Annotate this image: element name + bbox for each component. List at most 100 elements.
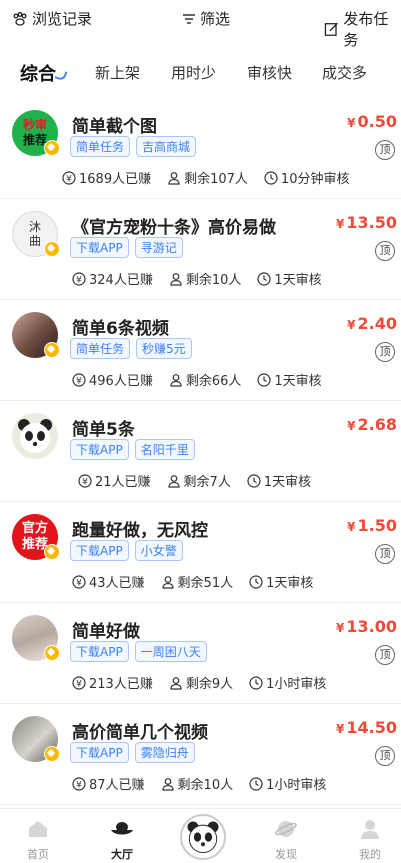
task-stats: ¥43人已赚 剩余51人 1天审核	[72, 572, 329, 591]
active-tab-indicator	[54, 68, 68, 82]
user-icon	[168, 171, 180, 185]
task-tag: 下载APP	[70, 641, 129, 662]
pin-top-button[interactable]: 顶	[375, 544, 395, 564]
verified-badge-icon	[44, 140, 60, 156]
yen-coin-icon: ¥	[72, 271, 86, 286]
panda-icon	[18, 419, 52, 453]
filter-button[interactable]: 筛选	[182, 8, 230, 29]
task-tags: 简单任务 吉高商城	[70, 136, 202, 157]
nav-mine[interactable]: 我的	[340, 819, 400, 862]
task-price: ¥13.50	[336, 213, 397, 232]
review-time: 10分钟审核	[280, 172, 350, 187]
nav-discover-label: 发现	[275, 848, 297, 861]
task-stats: ¥324人已赚 剩余10人 1天审核	[72, 269, 338, 288]
pin-top-button[interactable]: 顶	[375, 645, 395, 665]
task-tag: 雾隐归舟	[134, 742, 195, 763]
task-card[interactable]: 简单5条 下载APP 名阳千里 ¥2.68 ¥21人已赚 剩余7人 1天审核	[0, 401, 401, 502]
user-icon	[167, 474, 180, 488]
earned-count: 87人已赚	[89, 778, 145, 793]
clock-icon	[249, 574, 263, 589]
task-tag: 小女警	[134, 540, 183, 561]
user-icon	[170, 676, 182, 690]
task-price: ¥13.00	[336, 617, 397, 636]
clock-icon	[249, 776, 263, 791]
nav-home-label: 首页	[27, 848, 49, 861]
verified-badge-icon	[44, 544, 60, 560]
task-card[interactable]: 高价简单几个视频 下载APP 雾隐归舟 ¥14.50 顶 ¥87人已赚 剩余10…	[0, 704, 401, 805]
yen-coin-icon: ¥	[72, 776, 86, 791]
pin-top-button[interactable]: 顶	[375, 140, 395, 160]
filter-icon	[183, 13, 195, 24]
task-title: 简单截个图	[72, 117, 157, 137]
task-tags: 简单任务 秒赚5元	[70, 338, 198, 359]
planet-icon	[275, 821, 297, 837]
panda-center-button[interactable]	[180, 814, 226, 860]
task-tag: 下载APP	[70, 439, 129, 460]
earned-count: 43人已赚	[89, 576, 145, 591]
task-price: ¥0.50	[347, 112, 397, 131]
task-tags: 下载APP 寻游记	[70, 237, 189, 258]
task-card[interactable]: 简单6条视频 简单任务 秒赚5元 ¥2.40 顶 ¥496人已赚 剩余66人 1…	[0, 300, 401, 401]
review-time: 1天审核	[274, 273, 322, 288]
task-stats: ¥496人已赚 剩余66人 1天审核	[72, 370, 338, 389]
thumb-text-top: 官方	[21, 521, 48, 536]
task-tag: 简单任务	[70, 338, 131, 359]
svg-text:¥: ¥	[66, 174, 72, 184]
review-time: 1天审核	[274, 374, 322, 389]
nav-hall[interactable]: 大厅	[92, 819, 152, 862]
task-title: 简单好做	[72, 622, 140, 642]
task-card[interactable]: 官方 推荐 跑量好做，无风控 下载APP 小女警 ¥1.50 顶 ¥43人已赚 …	[0, 502, 401, 603]
edit-icon	[324, 22, 338, 36]
task-card[interactable]: 秒审 推荐 简单截个图 简单任务 吉高商城 ¥0.50 顶 ¥1689人已赚 剩…	[0, 98, 401, 199]
nav-home[interactable]: 首页	[8, 819, 68, 862]
pin-top-button[interactable]: 顶	[375, 241, 395, 261]
task-tag: 吉高商城	[136, 136, 197, 157]
nav-hall-label: 大厅	[111, 848, 133, 861]
paw-icon	[13, 11, 27, 26]
tab-comprehensive[interactable]: 综合	[20, 60, 56, 86]
user-icon	[161, 777, 174, 791]
publish-task-button[interactable]: 发布任务	[324, 8, 401, 50]
remaining-count: 剩余9人	[185, 677, 234, 692]
task-tag: 秒赚5元	[136, 338, 192, 359]
task-stats: ¥87人已赚 剩余10人 1小时审核	[72, 774, 342, 793]
task-price: ¥2.40	[347, 314, 397, 333]
task-price: ¥1.50	[347, 516, 397, 535]
task-tags: 下载APP 小女警	[70, 540, 189, 561]
svg-text:¥: ¥	[76, 376, 82, 386]
task-price: ¥14.50	[336, 718, 397, 737]
verified-badge-icon	[44, 342, 60, 358]
browse-history-button[interactable]: 浏览记录	[12, 8, 92, 29]
thumb-text-top: 秒审	[22, 118, 47, 132]
remaining-count: 剩余10人	[185, 273, 242, 288]
clock-icon	[257, 271, 271, 286]
task-thumbnail	[12, 413, 58, 459]
pin-top-button[interactable]: 顶	[375, 746, 395, 766]
browse-history-label: 浏览记录	[32, 10, 93, 28]
earned-count: 21人已赚	[95, 475, 151, 490]
task-tags: 下载APP 一周困八天	[70, 641, 213, 662]
tab-most-deals[interactable]: 成交多	[322, 62, 367, 83]
svg-text:¥: ¥	[82, 477, 88, 487]
thumb-text-bottom: 曲	[28, 234, 41, 248]
nav-discover[interactable]: 发现	[256, 819, 316, 862]
task-stats: ¥1689人已赚 剩余107人 10分钟审核	[62, 168, 365, 187]
home-icon	[29, 821, 47, 837]
task-tag: 名阳千里	[134, 439, 195, 460]
remaining-count: 剩余66人	[185, 374, 242, 389]
tab-new[interactable]: 新上架	[95, 62, 140, 83]
review-time: 1小时审核	[266, 778, 327, 793]
pin-top-button[interactable]: 顶	[375, 342, 395, 362]
review-time: 1小时审核	[266, 677, 327, 692]
remaining-count: 剩余7人	[183, 475, 231, 490]
task-tag: 下载APP	[70, 742, 129, 763]
remaining-count: 剩余107人	[184, 172, 248, 187]
verified-badge-icon	[44, 746, 60, 762]
task-card[interactable]: 简单好做 下载APP 一周困八天 ¥13.00 顶 ¥213人已赚 剩余9人 1…	[0, 603, 401, 704]
task-title: 简单5条	[72, 420, 135, 440]
verified-badge-icon	[44, 645, 60, 661]
svg-text:¥: ¥	[76, 275, 82, 285]
task-card[interactable]: 沐 曲 《官方宠粉十条》高价易做 下载APP 寻游记 ¥13.50 顶 ¥324…	[0, 199, 401, 300]
tab-fast-review[interactable]: 审核快	[247, 62, 292, 83]
tab-less-time[interactable]: 用时少	[171, 62, 216, 83]
